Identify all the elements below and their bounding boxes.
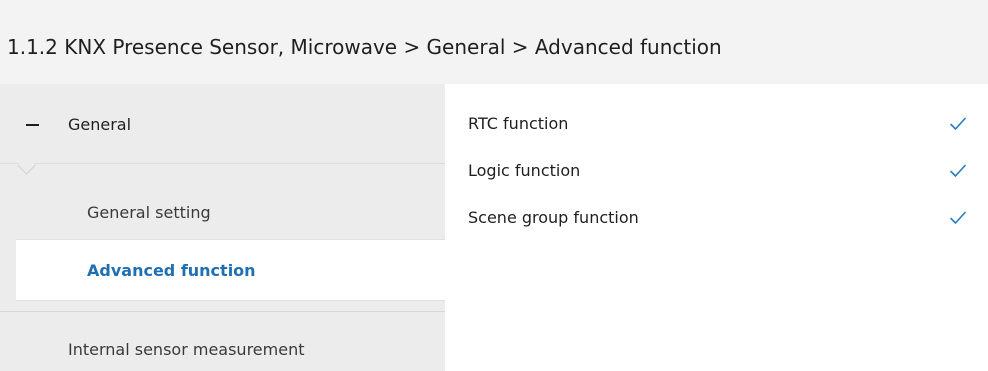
settings-panel: RTC function Logic function Scene group … (445, 84, 988, 371)
header-bar: 1.1.2 KNX Presence Sensor, Microwave > G… (0, 0, 988, 84)
setting-row-scene-group-function: Scene group function (445, 202, 988, 236)
logic-function-checkbox[interactable] (949, 162, 967, 180)
sidebar-group-general[interactable]: General (0, 84, 445, 175)
sidebar-item-label: Advanced function (87, 261, 256, 280)
setting-label: Logic function (468, 161, 581, 180)
setting-row-rtc-function: RTC function (445, 108, 988, 142)
app-window: 1.1.2 KNX Presence Sensor, Microwave > G… (0, 0, 988, 371)
sidebar-item-general-setting[interactable]: General setting (0, 164, 445, 239)
checkmark-icon (950, 117, 966, 130)
sidebar-item-label: General setting (87, 203, 211, 222)
setting-label: RTC function (468, 114, 569, 133)
scene-group-function-checkbox[interactable] (949, 209, 967, 227)
sidebar-item-label: Internal sensor measurement (68, 340, 305, 359)
checkmark-icon (950, 211, 966, 224)
sidebar-group-label: General (68, 115, 132, 134)
minus-icon[interactable] (26, 124, 39, 126)
rtc-function-checkbox[interactable] (949, 115, 967, 133)
breadcrumb-title: 1.1.2 KNX Presence Sensor, Microwave > G… (7, 35, 722, 59)
checkmark-icon (950, 164, 966, 177)
sidebar: General General setting Advanced functio… (0, 84, 445, 371)
setting-label: Scene group function (468, 208, 639, 227)
sidebar-item-advanced-function[interactable]: Advanced function (16, 239, 445, 301)
setting-row-logic-function: Logic function (445, 155, 988, 189)
sidebar-item-internal-sensor-measurement[interactable]: Internal sensor measurement (0, 311, 445, 371)
